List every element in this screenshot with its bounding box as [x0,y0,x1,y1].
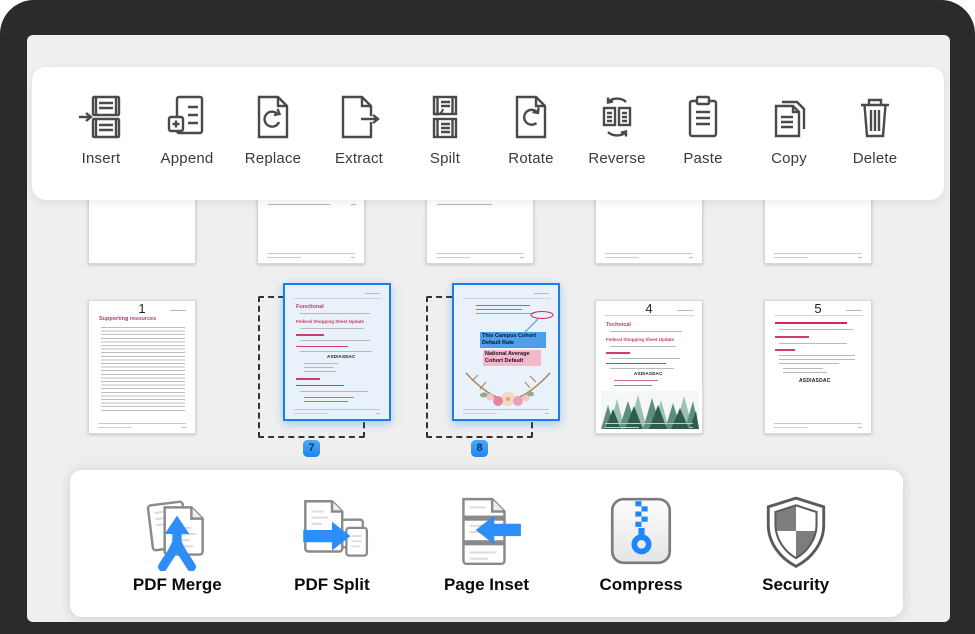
rotate-button[interactable]: Rotate [492,93,570,167]
page-thumbnail-7-selected[interactable]: Functional Federal Shopping Sheet Update… [283,283,391,421]
delete-button[interactable]: Delete [836,93,914,167]
pdf-tools-panel: PDF Merge PDF Split [70,470,903,617]
reverse-button[interactable]: Reverse [578,93,656,167]
extract-button[interactable]: Extract [320,93,398,167]
toolbar-item-label: Replace [245,150,301,167]
selected-page-badge-8: 8 [471,440,488,457]
insert-button[interactable]: Insert [62,93,140,167]
split-button[interactable]: Spilt [406,93,484,167]
thumb-code-text: ASDIASDAC [634,371,663,376]
feature-label: Page Inset [444,575,529,595]
page-number: 5 [764,301,872,316]
feature-label: Compress [600,575,683,595]
toolbar-item-label: Rotate [508,150,553,167]
copy-button[interactable]: Copy [750,93,828,167]
thumb-title: Supporting resources [99,316,156,322]
compress-icon [602,493,680,571]
thumb-code-text: ASDIASDAC [799,378,831,384]
compress-button[interactable]: Compress [581,493,701,595]
page-edit-toolbar: Insert Append Replace [32,67,944,200]
insert-icon [77,93,125,141]
page-thumbnail-6[interactable]: Supporting resources [88,300,196,434]
page-number: 4 [595,301,703,316]
pdf-split-icon [293,493,371,571]
wreath-image [460,367,556,409]
toolbar-item-label: Extract [335,150,383,167]
selected-page-badge-7: 7 [303,440,320,457]
callout-line [514,311,554,333]
page-thumbnail-10[interactable]: ASDIASDAC [764,300,872,434]
highlighted-text-pink: National Average Cohort Default [483,350,541,366]
thumb-subtitle: Federal Shopping Sheet Update [606,337,674,342]
thumb-code-text: ASDIASDAC [327,354,356,359]
security-button[interactable]: Security [736,493,856,595]
thumb-subtitle: Federal Shopping Sheet Update [296,319,364,324]
rotate-icon [507,93,555,141]
feature-label: PDF Split [294,575,370,595]
toolbar-item-label: Copy [771,150,807,167]
paste-button[interactable]: Paste [664,93,742,167]
pdf-merge-icon [138,493,216,571]
append-button[interactable]: Append [148,93,226,167]
replace-button[interactable]: Replace [234,93,312,167]
page-inset-button[interactable]: Page Inset [426,493,546,595]
security-icon [757,493,835,571]
toolbar-item-label: Reverse [588,150,645,167]
extract-icon [335,93,383,141]
paste-icon [679,93,727,141]
thumb-title: Technical [606,322,631,328]
reverse-icon [593,93,641,141]
toolbar-item-label: Insert [82,150,121,167]
thumb-title: Functional [296,304,324,310]
app-window: 1 2 3 4 5 Insert [0,0,975,634]
append-icon [163,93,211,141]
toolbar-item-label: Append [161,150,214,167]
pdf-merge-button[interactable]: PDF Merge [117,493,237,595]
page-thumbnail-9[interactable]: Technical Federal Shopping Sheet Update … [595,300,703,434]
feature-label: Security [762,575,829,595]
toolbar-item-label: Spilt [430,150,460,167]
page-edit-screen: 1 2 3 4 5 Insert [27,35,950,622]
highlighted-text-blue: This Campus Cohort Default Rate [480,332,546,348]
split-icon [421,93,469,141]
copy-icon [765,93,813,141]
toolbar-item-label: Paste [683,150,722,167]
page-thumbnail-8-selected[interactable]: This Campus Cohort Default Rate National… [452,283,560,421]
feature-label: PDF Merge [133,575,222,595]
page-inset-icon [447,493,525,571]
pdf-split-button[interactable]: PDF Split [272,493,392,595]
delete-icon [851,93,899,141]
page-number: 1 [88,301,196,316]
replace-icon [249,93,297,141]
toolbar-item-label: Delete [853,150,898,167]
